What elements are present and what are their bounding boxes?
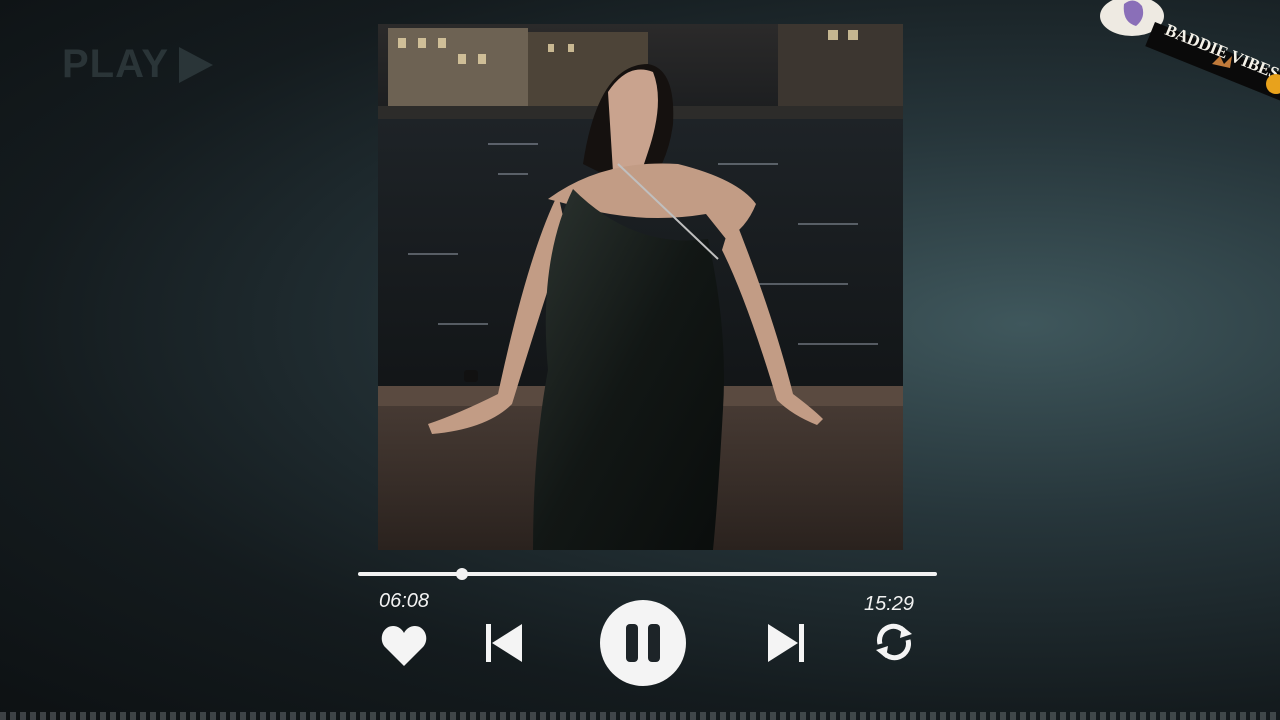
bottom-strip bbox=[0, 712, 1280, 720]
progress-bar[interactable] bbox=[358, 572, 937, 576]
play-watermark-label: PLAY bbox=[62, 42, 170, 86]
album-art bbox=[378, 24, 903, 550]
heart-icon[interactable] bbox=[380, 624, 428, 668]
play-triangle-icon bbox=[179, 46, 214, 83]
album-art-photo bbox=[378, 24, 903, 550]
baddie-vibes-sticker: BADDIE VIBES bbox=[1100, 0, 1280, 107]
repeat-icon[interactable] bbox=[872, 620, 916, 664]
skip-previous-icon[interactable] bbox=[486, 622, 522, 664]
pause-button[interactable] bbox=[600, 600, 686, 686]
elapsed-time: 06:08 bbox=[379, 590, 430, 612]
total-time: 15:29 bbox=[864, 593, 915, 615]
skip-next-icon[interactable] bbox=[768, 622, 804, 664]
progress-handle[interactable] bbox=[456, 568, 469, 580]
play-watermark: PLAY bbox=[62, 42, 214, 87]
pause-icon bbox=[626, 624, 660, 662]
